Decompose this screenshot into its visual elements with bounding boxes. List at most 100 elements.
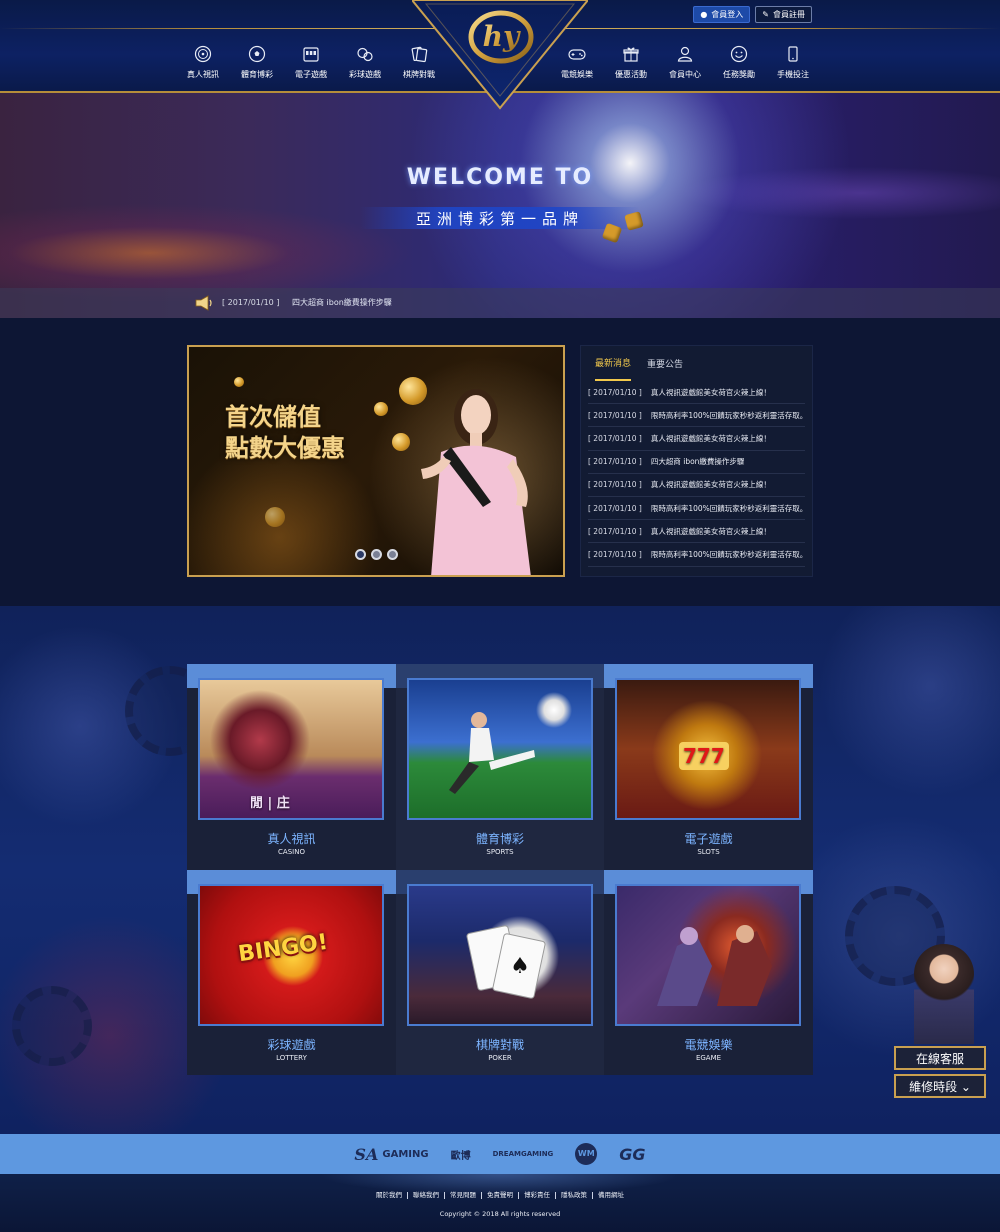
- nav-label: 會員中心: [669, 70, 701, 79]
- nav-item-slots[interactable]: 電子遊戲: [284, 44, 338, 80]
- nav-item-casino[interactable]: 真人視訊: [176, 44, 230, 80]
- nav-item-member-center[interactable]: 會員中心: [658, 44, 712, 80]
- news-date: [ 2017/01/10 ]: [588, 387, 642, 397]
- slots-image: 777: [615, 678, 801, 820]
- partner-gg[interactable]: GG: [619, 1145, 645, 1164]
- nav-item-lottery[interactable]: 彩球遊戲: [338, 44, 392, 80]
- ticker-text: [ 2017/01/10 ] 四大超商 ibon繳費操作步驟: [222, 297, 392, 308]
- news-tabs: 最新消息 重要公告: [581, 346, 812, 381]
- game-card-slots[interactable]: 777 電子遊戲 SLOTS: [604, 664, 813, 870]
- lottery-balls-icon: [355, 44, 375, 64]
- tab-announcements[interactable]: 重要公告: [647, 346, 683, 381]
- partner-label: GAMING: [382, 1148, 429, 1160]
- nav-item-mobile[interactable]: 手機投注: [766, 44, 820, 80]
- game-card-egame[interactable]: 電競娛樂 EGAME: [604, 870, 813, 1075]
- news-list: [ 2017/01/10 ] 真人視訊遊戲館美女荷官火辣上線！ [ 2017/01…: [581, 381, 812, 567]
- game-subtitle: SLOTS: [697, 848, 720, 856]
- pencil-icon: ✎: [762, 10, 769, 19]
- logo-text: hy: [483, 20, 521, 53]
- slide-title-line2: 點數大優惠: [225, 433, 345, 462]
- login-button[interactable]: ● 會員登入: [693, 6, 751, 23]
- list-item[interactable]: [ 2017/01/10 ] 限時高利率100%回饋玩家秒秒返利靈活存取。: [588, 497, 805, 521]
- slider-dot-2[interactable]: [371, 549, 382, 560]
- list-item[interactable]: [ 2017/01/10 ] 四大超商 ibon繳費操作步驟: [588, 451, 805, 474]
- copyright: Copyright © 2018 All rights reserved: [439, 1210, 561, 1218]
- news-text: 限時高利率100%回饋玩家秒秒返利靈活存取。: [650, 503, 805, 513]
- news-date: [ 2017/01/10 ]: [588, 410, 642, 420]
- footer-link-responsible[interactable]: 博彩責任: [519, 1192, 556, 1199]
- list-item[interactable]: [ 2017/01/10 ] 真人視訊遊戲館美女荷官火辣上線！: [588, 381, 805, 405]
- footer-link-faq[interactable]: 常見問題: [445, 1192, 482, 1199]
- site-footer: 關於我們 聯絡我們 常見問題 免責聲明 博彩責任 隱私政策 備用網址 Copyr…: [0, 1174, 1000, 1232]
- footer-link-mirror[interactable]: 備用網址: [593, 1192, 629, 1199]
- footer-link-privacy[interactable]: 隱私政策: [556, 1192, 593, 1199]
- game-subtitle: SPORTS: [486, 848, 514, 856]
- games-section: 閒 | 庄 真人視訊 CASINO 體育博彩 SPORTS 777 電子遊戲 S…: [0, 606, 1000, 1134]
- nav-label: 任務獎勵: [723, 70, 755, 79]
- news-date: [ 2017/01/10 ]: [588, 503, 642, 513]
- list-item[interactable]: [ 2017/01/10 ] 限時高利率100%回饋玩家秒秒返利靈活存取。: [588, 404, 805, 428]
- nav-label: 手機投注: [777, 70, 809, 79]
- list-item[interactable]: [ 2017/01/10 ] 真人視訊遊戲館美女荷官火辣上線！: [588, 520, 805, 544]
- game-card-casino[interactable]: 閒 | 庄 真人視訊 CASINO: [187, 664, 396, 870]
- auth-buttons: ● 會員登入 ✎ 會員註冊: [693, 6, 812, 23]
- partner-dreamgaming[interactable]: DREAMGAMING: [493, 1150, 554, 1158]
- lottery-image: BINGO!: [198, 884, 384, 1026]
- coin-icon: [392, 433, 410, 451]
- footer-link-contact[interactable]: 聯絡我們: [408, 1192, 445, 1199]
- news-date: [ 2017/01/10 ]: [588, 480, 642, 490]
- maintenance-button[interactable]: 維修時段 ⌄: [894, 1074, 986, 1098]
- ticker-message: 四大超商 ibon繳費操作步驟: [291, 298, 392, 307]
- game-card-sports[interactable]: 體育博彩 SPORTS: [396, 664, 604, 870]
- partner-label: GG: [619, 1144, 646, 1164]
- site-logo[interactable]: hy: [410, 0, 590, 110]
- nav-label: 彩球遊戲: [349, 70, 381, 79]
- tab-latest-news[interactable]: 最新消息: [595, 346, 632, 381]
- news-text: 真人視訊遊戲館美女荷官火辣上線！: [650, 387, 771, 397]
- list-item[interactable]: [ 2017/01/10 ] 限時高利率100%回饋玩家秒秒返利靈活存取。: [588, 543, 805, 567]
- casino-image-label: 閒 | 庄: [250, 796, 290, 811]
- live-support-button[interactable]: 在線客服: [894, 1046, 986, 1070]
- list-item[interactable]: [ 2017/01/10 ] 真人視訊遊戲館美女荷官火辣上線！: [588, 474, 805, 497]
- game-title: 真人視訊: [267, 832, 316, 846]
- news-date: [ 2017/01/10 ]: [588, 526, 642, 536]
- egame-image: [615, 884, 801, 1026]
- nav-item-promotions[interactable]: 優惠活動: [604, 44, 658, 80]
- game-subtitle: EGAME: [695, 1054, 722, 1062]
- partner-logos: SA GAMING 歐博 DREAMGAMING WM GG: [0, 1134, 1000, 1174]
- partner-allbet[interactable]: 歐博: [451, 1147, 471, 1162]
- nav-item-rewards[interactable]: 任務獎勵: [712, 44, 766, 80]
- smiley-icon: [729, 44, 749, 64]
- service-avatar: [914, 944, 974, 1044]
- game-title: 電子遊戲: [684, 832, 733, 846]
- banner-subtitle: 亞洲博彩第一品牌: [415, 210, 584, 228]
- slot-machine-icon: [301, 44, 321, 64]
- model-illustration: [421, 389, 531, 575]
- nav-label: 電子遊戲: [295, 70, 327, 79]
- ticker-date: [ 2017/01/10 ]: [222, 298, 280, 307]
- partner-label: WM: [575, 1143, 598, 1165]
- casino-image: 閒 | 庄: [198, 678, 384, 820]
- game-card-poker[interactable]: ♠ 棋牌對戰 POKER: [396, 870, 604, 1075]
- poker-chip-decoration: [12, 986, 92, 1066]
- nav-item-sports[interactable]: 體育博彩: [230, 44, 284, 80]
- list-item[interactable]: [ 2017/01/10 ] 真人視訊遊戲館美女荷官火辣上線！: [588, 427, 805, 451]
- game-title: 彩球遊戲: [267, 1038, 316, 1052]
- news-text: 真人視訊遊戲館美女荷官火辣上線！: [650, 480, 771, 490]
- news-ticker[interactable]: [ 2017/01/10 ] 四大超商 ibon繳費操作步驟: [0, 288, 1000, 318]
- game-card-lottery[interactable]: BINGO! 彩球遊戲 LOTTERY: [187, 870, 396, 1075]
- soccer-player-illustration: [449, 712, 535, 794]
- news-date: [ 2017/01/10 ]: [588, 457, 642, 467]
- register-button[interactable]: ✎ 會員註冊: [755, 6, 812, 23]
- footer-link-disclaimer[interactable]: 免責聲明: [482, 1192, 519, 1199]
- promo-slider[interactable]: 首次儲值 點數大優惠: [187, 345, 565, 577]
- slider-dot-3[interactable]: [387, 549, 398, 560]
- roulette-icon: [193, 44, 213, 64]
- slider-dot-1[interactable]: [355, 549, 366, 560]
- partner-sa-gaming[interactable]: SA GAMING: [354, 1145, 428, 1164]
- game-grid: 閒 | 庄 真人視訊 CASINO 體育博彩 SPORTS 777 電子遊戲 S…: [187, 664, 813, 1075]
- footer-link-about[interactable]: 關於我們: [371, 1192, 408, 1199]
- partner-wm[interactable]: WM: [575, 1143, 598, 1165]
- news-text: 四大超商 ibon繳費操作步驟: [650, 457, 745, 467]
- slide-title-line1: 首次儲值: [225, 402, 321, 431]
